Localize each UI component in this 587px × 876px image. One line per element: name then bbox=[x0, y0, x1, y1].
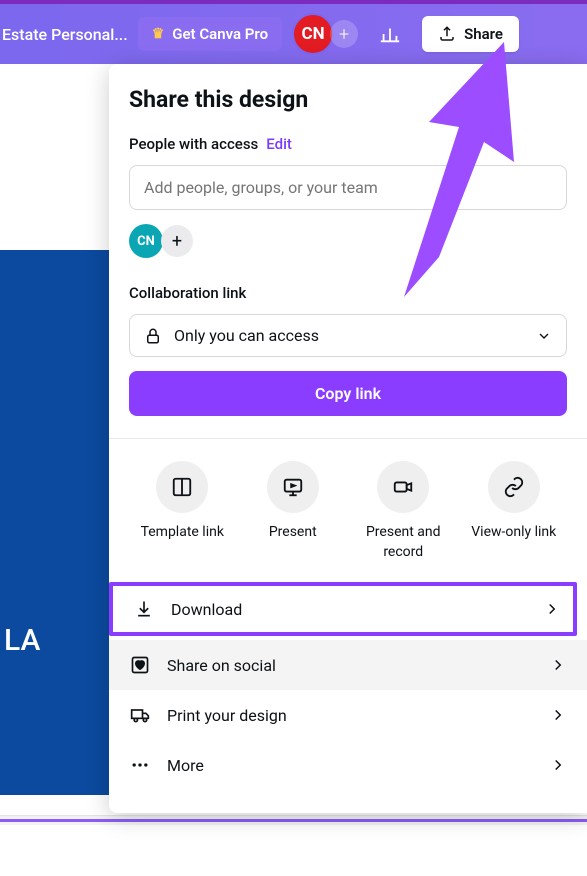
present-action[interactable]: Present bbox=[243, 461, 343, 562]
access-value: Only you can access bbox=[174, 326, 319, 345]
lock-icon bbox=[144, 327, 162, 345]
member-avatar[interactable]: CN bbox=[129, 224, 163, 258]
user-avatar[interactable]: CN bbox=[292, 13, 334, 55]
present-icon bbox=[282, 476, 304, 498]
chevron-right-icon bbox=[549, 756, 567, 774]
app-header: Estate Personal... ♛ Get Canva Pro CN + … bbox=[0, 4, 587, 64]
share-button[interactable]: Share bbox=[422, 16, 519, 52]
add-member-small-button[interactable]: + bbox=[161, 225, 193, 257]
get-pro-button[interactable]: ♛ Get Canva Pro bbox=[138, 17, 282, 51]
link-icon bbox=[503, 476, 525, 498]
progress-bar bbox=[0, 819, 587, 822]
share-label: Share bbox=[464, 25, 503, 43]
download-icon bbox=[134, 599, 154, 619]
menu-list: Download Share on social Print your desi… bbox=[109, 582, 587, 790]
truck-icon bbox=[129, 705, 151, 725]
menu-label: Print your design bbox=[167, 706, 287, 725]
share-social-menu-item[interactable]: Share on social bbox=[109, 640, 587, 690]
copy-link-button[interactable]: Copy link bbox=[129, 371, 567, 416]
insights-button[interactable] bbox=[368, 12, 412, 56]
action-grid: Template link Present Present and record… bbox=[129, 461, 567, 562]
menu-label: Download bbox=[171, 600, 242, 619]
pro-label: Get Canva Pro bbox=[172, 25, 268, 43]
edit-access-link[interactable]: Edit bbox=[266, 135, 292, 153]
upload-icon bbox=[438, 25, 456, 43]
canvas-text: , ST 12345 bbox=[0, 852, 98, 876]
add-member-button[interactable]: + bbox=[330, 20, 358, 48]
avatar-group: CN + bbox=[292, 13, 358, 55]
access-label: People with access bbox=[129, 135, 258, 153]
member-avatars: CN + bbox=[129, 224, 567, 258]
document-title[interactable]: Estate Personal... bbox=[0, 25, 128, 44]
template-icon bbox=[171, 476, 193, 498]
template-link-action[interactable]: Template link bbox=[132, 461, 232, 562]
access-row: People with access Edit bbox=[129, 135, 567, 153]
crown-icon: ♛ bbox=[152, 26, 165, 42]
add-people-input[interactable] bbox=[129, 165, 567, 210]
download-menu-item[interactable]: Download bbox=[109, 582, 577, 636]
chevron-down-icon bbox=[536, 328, 552, 344]
divider bbox=[109, 438, 587, 439]
canvas-footer bbox=[0, 815, 587, 825]
share-panel: Share this design People with access Edi… bbox=[109, 64, 587, 813]
panel-title: Share this design bbox=[129, 86, 567, 113]
menu-label: More bbox=[167, 756, 204, 775]
dots-icon bbox=[130, 755, 150, 775]
access-select[interactable]: Only you can access bbox=[129, 314, 567, 357]
chevron-right-icon bbox=[543, 600, 561, 618]
present-record-action[interactable]: Present and record bbox=[353, 461, 453, 562]
action-label: View-only link bbox=[471, 523, 556, 543]
view-only-action[interactable]: View-only link bbox=[464, 461, 564, 562]
design-canvas[interactable]: LA , ST 12345 bbox=[0, 250, 110, 795]
action-label: Present and record bbox=[353, 523, 453, 562]
action-label: Present bbox=[269, 523, 317, 543]
canvas-text: LA bbox=[4, 623, 40, 658]
video-icon bbox=[392, 476, 414, 498]
chevron-right-icon bbox=[549, 656, 567, 674]
more-menu-item[interactable]: More bbox=[109, 740, 587, 790]
menu-label: Share on social bbox=[167, 656, 276, 675]
heart-icon bbox=[130, 655, 150, 675]
action-label: Template link bbox=[141, 523, 224, 543]
print-menu-item[interactable]: Print your design bbox=[109, 690, 587, 740]
collab-label: Collaboration link bbox=[129, 284, 567, 302]
chart-icon bbox=[379, 23, 401, 45]
chevron-right-icon bbox=[549, 706, 567, 724]
